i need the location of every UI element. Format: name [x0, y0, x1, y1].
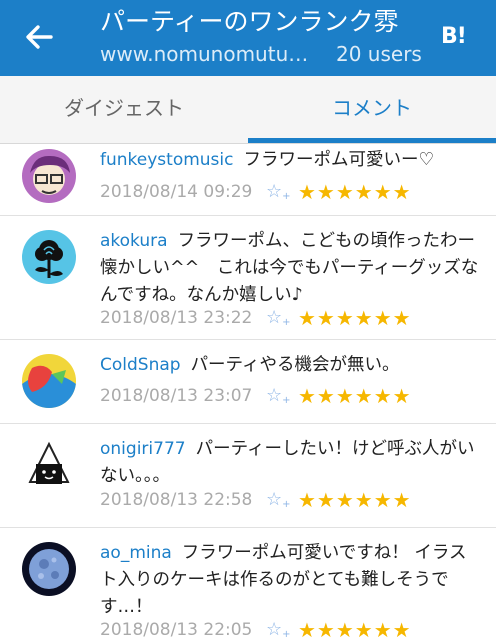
comment-text: パーティやる機会が無い。: [190, 355, 400, 375]
comment-body: akokura フラワーポム、こどもの頃作ったわー 懐かしい^^ これは今でもパー…: [100, 228, 493, 309]
comment-item: ao_mina フラワーポム可愛いですね！ イラスト入りのケーキは作るのがとても難…: [0, 528, 496, 640]
app-bar: パーティーのワンランク雰 www.nomunomutuk... 20 users…: [0, 0, 496, 76]
star-rating: ★★★★★★: [298, 180, 412, 204]
add-star-icon[interactable]: ☆+: [266, 618, 291, 640]
comment-item: akokura フラワーポム、こどもの頃作ったわー 懐かしい^^ これは今でもパー…: [0, 216, 496, 340]
comment-item: ColdSnap パーティやる機会が無い。 2018/08/13 23:07 ☆+…: [0, 340, 496, 424]
comment-date: 2018/08/13 22:05: [100, 620, 253, 640]
tab-bar: ダイジェスト コメント: [0, 76, 496, 144]
add-star-icon[interactable]: ☆+: [266, 306, 291, 335]
comment-date: 2018/08/14 09:29: [100, 182, 253, 202]
page-title: パーティーのワンランク雰: [100, 7, 399, 36]
comment-username[interactable]: ao_mina: [100, 543, 172, 563]
users-count: 20 users: [336, 42, 422, 66]
comment-username[interactable]: funkeystomusic: [100, 150, 233, 170]
comment-item: funkeystomusic フラワーポム可愛いー♡ 2018/08/14 09:…: [0, 144, 496, 216]
star-rating: ★★★★★★: [298, 384, 412, 408]
avatar[interactable]: [22, 149, 76, 203]
avatar[interactable]: [22, 438, 76, 492]
comment-text: フラワーポム可愛いー♡: [243, 150, 435, 170]
comment-body: ColdSnap パーティやる機会が無い。: [100, 352, 480, 379]
add-star-icon[interactable]: ☆+: [266, 488, 291, 517]
tab-digest[interactable]: ダイジェスト: [0, 76, 248, 144]
avatar[interactable]: [22, 230, 76, 284]
comment-body: ao_mina フラワーポム可愛いですね！ イラスト入りのケーキは作るのがとても難…: [100, 540, 480, 621]
comment-item: onigiri777 パーティーしたい！けど呼ぶ人がいない。。。 2018/08/…: [0, 424, 496, 528]
star-rating: ★★★★★★: [298, 306, 412, 330]
star-rating: ★★★★★★: [298, 488, 412, 512]
add-star-icon[interactable]: ☆+: [266, 180, 291, 209]
avatar[interactable]: [22, 542, 76, 596]
comment-body: onigiri777 パーティーしたい！けど呼ぶ人がいない。。。: [100, 436, 480, 490]
star-rating: ★★★★★★: [298, 618, 412, 640]
add-star-icon[interactable]: ☆+: [266, 384, 291, 413]
comment-list[interactable]: funkeystomusic フラワーポム可愛いー♡ 2018/08/14 09:…: [0, 144, 496, 640]
hatena-bookmark-icon[interactable]: B!: [441, 22, 475, 52]
page-url: www.nomunomutuk...: [100, 42, 312, 66]
comment-date: 2018/08/13 23:07: [100, 386, 253, 406]
avatar[interactable]: [22, 354, 76, 408]
back-arrow-icon[interactable]: [22, 20, 56, 54]
comment-body: funkeystomusic フラワーポム可愛いー♡: [100, 147, 480, 174]
comment-username[interactable]: onigiri777: [100, 439, 186, 459]
comment-date: 2018/08/13 23:22: [100, 308, 253, 328]
comment-username[interactable]: ColdSnap: [100, 355, 181, 375]
comment-date: 2018/08/13 22:58: [100, 490, 253, 510]
comment-username[interactable]: akokura: [100, 231, 168, 251]
tab-comments[interactable]: コメント: [248, 76, 496, 144]
